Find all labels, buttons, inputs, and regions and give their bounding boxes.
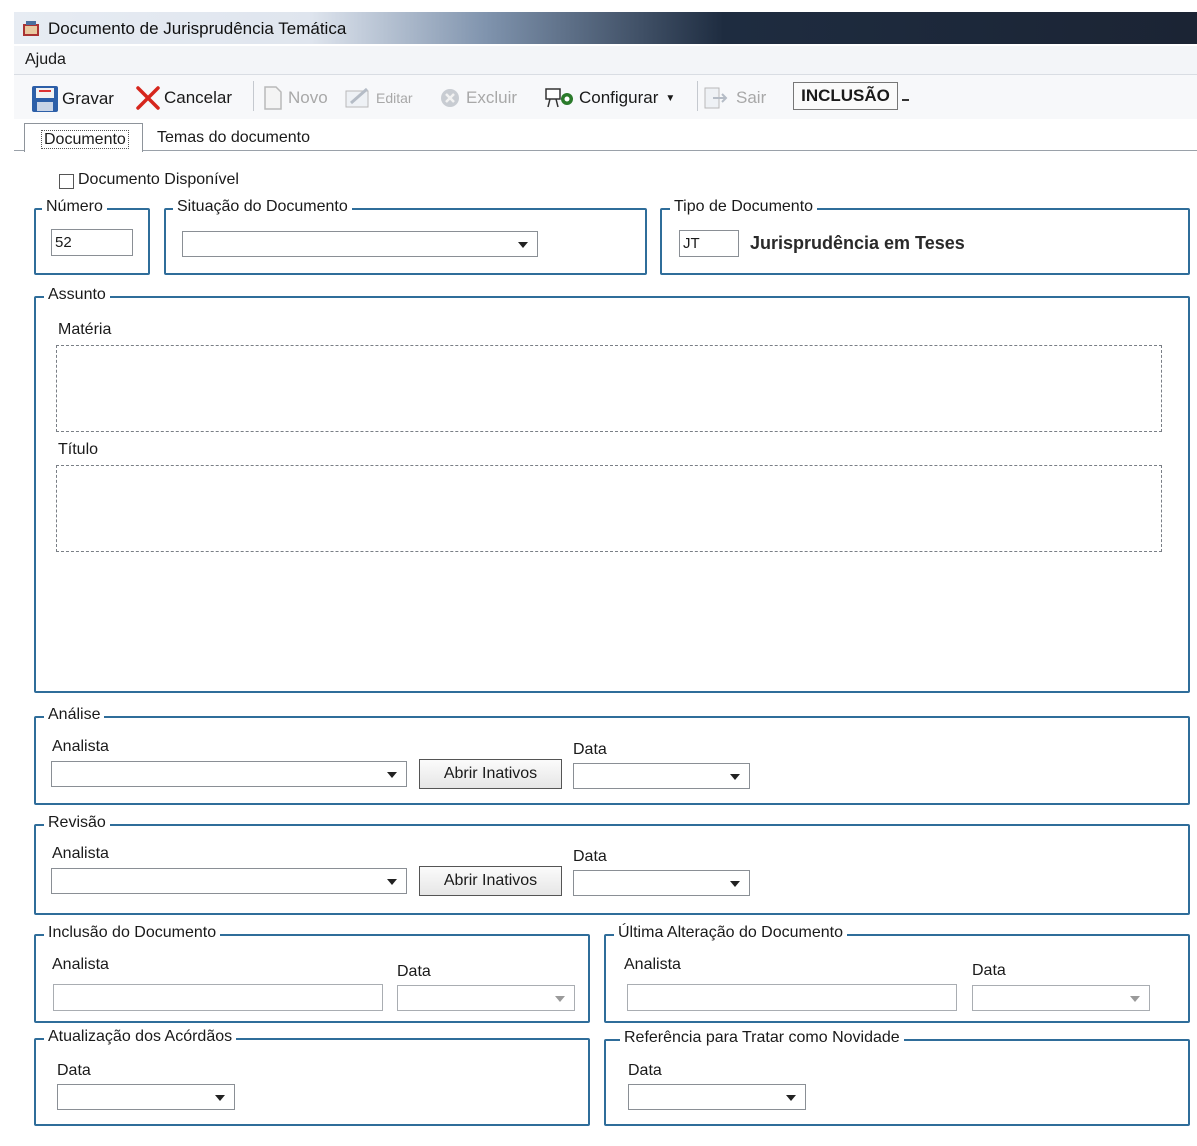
tab-documento[interactable]: Documento <box>24 123 143 152</box>
number-input[interactable]: 52 <box>51 229 133 256</box>
last-change-date-label: Data <box>972 962 1006 979</box>
title-bar: Documento de Jurisprudência Temática <box>14 12 1197 44</box>
tab-temas-do-documento[interactable]: Temas do documento <box>157 129 310 147</box>
mode-dropdown-icon[interactable] <box>902 99 909 101</box>
toolbar-separator <box>253 81 254 111</box>
revision-open-inactive-button[interactable]: Abrir Inativos <box>419 866 562 896</box>
delete-button[interactable]: Excluir <box>437 85 517 111</box>
situation-legend: Situação do Documento <box>173 198 352 216</box>
rulings-update-date-label: Data <box>57 1062 91 1079</box>
edit-label: Editar <box>376 90 413 106</box>
novelty-ref-date-label: Data <box>628 1062 662 1079</box>
rulings-update-date-picker[interactable] <box>57 1084 235 1110</box>
chevron-down-icon <box>387 772 397 778</box>
chevron-down-icon: ▼ <box>665 92 676 104</box>
revision-date-label: Data <box>573 848 607 865</box>
chevron-down-icon <box>730 774 740 780</box>
analysis-analyst-select[interactable] <box>51 761 407 787</box>
new-label: Novo <box>288 88 328 107</box>
subject-legend: Assunto <box>44 286 110 304</box>
revision-analyst-label: Analista <box>52 845 109 862</box>
inclusion-analyst-label: Analista <box>52 956 109 973</box>
app-icon <box>23 21 39 36</box>
delete-icon <box>441 89 459 107</box>
last-change-legend: Última Alteração do Documento <box>614 924 847 942</box>
inclusion-legend: Inclusão do Documento <box>44 924 221 942</box>
delete-label: Excluir <box>466 88 518 107</box>
matter-textarea[interactable] <box>56 345 1162 432</box>
rulings-update-legend: Atualização dos Acórdãos <box>44 1028 237 1046</box>
situation-select[interactable] <box>182 231 538 257</box>
doc-type-legend: Tipo de Documento <box>670 198 818 216</box>
last-change-analyst-label: Analista <box>624 956 681 973</box>
close-icon <box>136 86 160 110</box>
chevron-down-icon <box>387 879 397 885</box>
toolbar-separator <box>697 81 698 111</box>
analysis-date-picker[interactable] <box>573 763 750 789</box>
cancel-label: Cancelar <box>164 88 233 107</box>
toolbar: Gravar Cancelar Novo Editar Excluir Conf… <box>14 75 1197 119</box>
window-title: Documento de Jurisprudência Temática <box>48 19 347 38</box>
revision-date-picker[interactable] <box>573 870 750 896</box>
edit-button[interactable]: Editar <box>343 85 413 111</box>
tab-divider <box>14 150 1197 151</box>
novelty-ref-group: Referência para Tratar como Novidade <box>604 1029 1190 1126</box>
revision-legend: Revisão <box>44 814 110 832</box>
mode-indicator: INCLUSÃO <box>793 82 898 110</box>
doc-type-code: JT <box>683 235 700 252</box>
floppy-save-icon <box>32 86 58 112</box>
inclusion-date-label: Data <box>397 963 431 980</box>
tab-strip: Documento Temas do documento <box>14 120 1197 152</box>
settings-icon <box>545 88 573 108</box>
tab-documento-label: Documento <box>41 130 129 149</box>
analysis-date-label: Data <box>573 741 607 758</box>
edit-icon <box>345 87 369 108</box>
novelty-ref-legend: Referência para Tratar como Novidade <box>620 1029 904 1047</box>
inclusion-date-picker <box>397 985 575 1011</box>
title-label: Título <box>58 441 99 458</box>
exit-button[interactable]: Sair <box>701 85 766 111</box>
menu-bar: Ajuda <box>14 46 1197 75</box>
chevron-down-icon <box>1130 996 1140 1002</box>
save-button[interactable]: Gravar <box>31 85 114 113</box>
revision-analyst-select[interactable] <box>51 868 407 894</box>
chevron-down-icon <box>786 1095 796 1101</box>
number-legend: Número <box>42 198 107 216</box>
chevron-down-icon <box>555 996 565 1002</box>
last-change-analyst-field <box>627 984 957 1011</box>
exit-icon <box>704 87 728 109</box>
chevron-down-icon <box>518 242 528 248</box>
new-document-icon <box>264 86 282 110</box>
novelty-ref-date-picker[interactable] <box>628 1084 806 1110</box>
save-label: Gravar <box>62 89 114 108</box>
analysis-analyst-label: Analista <box>52 738 109 755</box>
chevron-down-icon <box>730 881 740 887</box>
exit-label: Sair <box>736 88 767 107</box>
title-textarea[interactable] <box>56 465 1162 552</box>
last-change-date-picker <box>972 985 1150 1011</box>
number-value: 52 <box>55 234 72 251</box>
doc-type-code-input[interactable]: JT <box>679 230 739 257</box>
available-label: Documento Disponível <box>78 171 239 188</box>
available-checkbox[interactable] <box>59 174 74 189</box>
doc-type-name: Jurisprudência em Teses <box>750 233 965 253</box>
inclusion-analyst-field <box>53 984 383 1011</box>
menu-help[interactable]: Ajuda <box>25 51 66 69</box>
new-button[interactable]: Novo <box>261 85 328 111</box>
rulings-update-group: Atualização dos Acórdãos <box>34 1028 590 1126</box>
chevron-down-icon <box>215 1095 225 1101</box>
analysis-legend: Análise <box>44 706 105 724</box>
matter-label: Matéria <box>58 321 112 338</box>
analysis-open-inactive-button[interactable]: Abrir Inativos <box>419 759 562 789</box>
configure-button[interactable]: Configurar ▼ <box>542 85 675 111</box>
cancel-button[interactable]: Cancelar <box>135 85 232 111</box>
configure-label: Configurar <box>579 88 659 107</box>
